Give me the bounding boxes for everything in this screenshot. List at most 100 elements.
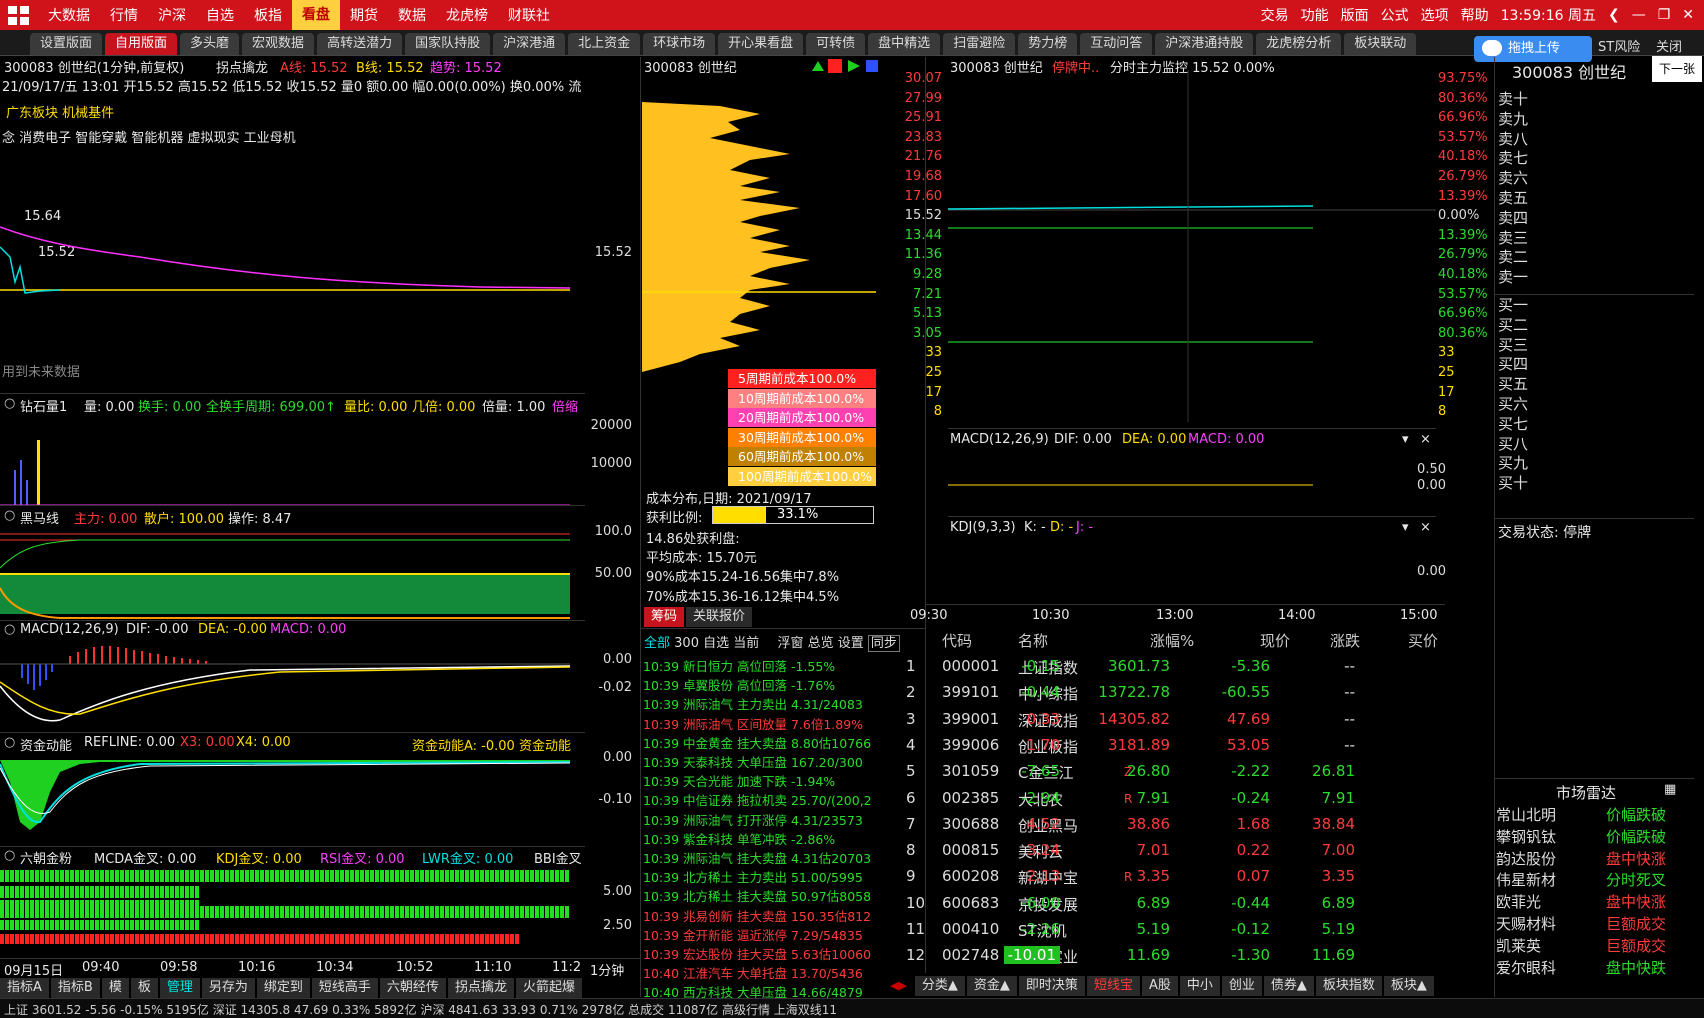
quotes-tab[interactable]: 中小 [1179,976,1220,996]
feed-item[interactable]: 10:39 中金黄金 挂大卖盘 8.80估10766 [643,733,871,752]
tab-hk-connect[interactable]: 沪深港通 [493,33,566,55]
feed-tab-all[interactable]: 全部 [644,636,670,651]
tab-northbound[interactable]: 北上资金 [568,33,641,55]
table-row[interactable]: 9 600208 新湖中宝 R 2.13 3.35 0.07 3.35 [906,864,1460,890]
indicator-tab[interactable]: 火箭起爆 [515,978,582,998]
orderbook-sell-level[interactable]: 卖四 [1498,207,1528,228]
menu-watchlist[interactable]: 自选 [196,5,244,25]
table-row[interactable]: 5 301059 C金三江 Z -7.65 26.80 -2.22 26.81 [906,759,1460,785]
macd-collapse-icon[interactable]: ▾ [1402,432,1409,447]
quotes-tab[interactable]: 板块▲ [1383,976,1434,996]
horse-panel-name[interactable]: 黑马线 [20,508,59,527]
feed-item[interactable]: 10:39 洲际油气 区间放量 7.6倍1.89% [643,714,863,733]
tab-qa[interactable]: 互动问答 [1080,33,1153,55]
macd-panel-icon[interactable]: ○ [4,622,15,637]
quotes-tab[interactable]: 即时决策 [1018,976,1085,996]
tab-intraday-picks[interactable]: 盘中精选 [868,33,941,55]
orderbook-buy-level[interactable]: 买五 [1498,373,1528,394]
feed-item[interactable]: 10:39 兆易创新 挂大卖盘 150.35估812 [643,906,871,925]
feed-item[interactable]: 10:39 紫金科技 单笔冲跌 -2.86% [643,829,835,848]
tab-bull-grind[interactable]: 多头磨 [180,33,240,55]
radar-item[interactable]: 韵达股份 盘中快涨 [1496,848,1686,870]
orderbook-buy-level[interactable]: 买九 [1498,452,1528,473]
vol-panel-icon[interactable]: ○ [4,396,15,411]
vol-panel-name[interactable]: 钻石量1 [20,396,67,415]
radar-item[interactable]: 常山北明 价幅跌破 [1496,804,1686,826]
orderbook-buy-level[interactable]: 买四 [1498,353,1528,374]
quotes-tab[interactable]: A股 [1141,976,1178,996]
tab-related-quotes[interactable]: 关联报价 [686,607,753,627]
tab-global[interactable]: 环球市场 [643,33,716,55]
radar-item[interactable]: 凯莱英 巨额成交 [1496,935,1686,957]
menu-quotes[interactable]: 行情 [100,5,148,25]
menu-data[interactable]: 数据 [388,5,436,25]
tab-dragon-analysis[interactable]: 龙虎榜分析 [1256,33,1342,55]
kdj-close-icon[interactable]: × [1420,520,1431,535]
feed-item[interactable]: 10:39 北方稀土 主力卖出 51.00/5995 [643,867,863,886]
menu-trade[interactable]: 交易 [1261,5,1289,25]
tab-national-team[interactable]: 国家队持股 [405,33,491,55]
menu-cls[interactable]: 财联社 [498,5,560,25]
radar-settings-icon[interactable]: ▦ [1664,782,1676,797]
close-icon[interactable]: ✕ [1682,7,1694,23]
feed-item[interactable]: 10:39 卓翼股份 高位回落 -1.76% [643,675,835,694]
orderbook-buy-level[interactable]: 买八 [1498,433,1528,454]
feed-item[interactable]: 10:40 江淮汽车 大单托盘 13.70/5436 [643,963,863,982]
table-row[interactable]: 7 300688 创业黑马 4.52 38.86 1.68 38.84 [906,812,1460,838]
radar-item[interactable]: 攀钢钒钛 价幅跌破 [1496,826,1686,848]
table-row[interactable]: 8 000815 美利云 3.24 7.01 0.22 7.00 [906,838,1460,864]
feed-overview-button[interactable]: 总览 [808,636,834,651]
intraday-macd-name[interactable]: MACD(12,26,9) [950,432,1049,447]
menu-function[interactable]: 功能 [1301,5,1329,25]
period-button[interactable]: 1分钟 [590,960,624,979]
indicator-tab[interactable]: 绑定到 [256,978,310,998]
table-row[interactable]: 2 399101 中小综指 -0.44 13722.78 -60.55 -- [906,680,1460,706]
radar-item[interactable]: 欧菲光 盘中快涨 [1496,891,1686,913]
intraday-kdj-name[interactable]: KDJ(9,3,3) [950,520,1016,535]
table-row[interactable]: 4 399006 创业板指 1.70 3181.89 53.05 -- [906,733,1460,759]
table-row[interactable]: 3 399001 深证成指 0.33 14305.82 47.69 -- [906,707,1460,733]
app-logo-icon[interactable] [6,4,32,26]
feed-item[interactable]: 10:39 洲际油气 打开涨停 4.31/23573 [643,810,863,829]
indicator-tab[interactable]: 六朝经传 [379,978,446,998]
quotes-tab[interactable]: 债券▲ [1263,976,1314,996]
col-code[interactable]: 代码 [942,630,972,651]
restore-icon[interactable]: ❐ [1658,7,1671,23]
orderbook-buy-level[interactable]: 买七 [1498,413,1528,434]
table-row[interactable]: 1 000001 上证指数 -0.15 3601.73 -5.36 -- [906,654,1460,680]
indicator-tab[interactable]: 模 [101,978,129,998]
indicator-tab[interactable]: 指标B [50,978,100,998]
six-panel-name[interactable]: 六朝金粉 [20,848,72,867]
indicator-tab[interactable]: 另存为 [201,978,255,998]
orderbook-buy-level[interactable]: 买一 [1498,294,1528,315]
menu-formula[interactable]: 公式 [1381,5,1409,25]
orderbook-sell-level[interactable]: 卖七 [1498,147,1528,168]
chip-toolbar-icons[interactable] [810,58,882,74]
tab-st-risk[interactable]: ST风险 [1598,36,1640,55]
tab-custom-layout[interactable]: 自用版面 [105,33,178,55]
orderbook-sell-level[interactable]: 卖八 [1498,128,1528,149]
orderbook-sell-level[interactable]: 卖二 [1498,246,1528,267]
tab-risk-scan[interactable]: 扫雷避险 [943,33,1016,55]
table-row[interactable]: 11 000410 ST沈机 -2.26 5.19 -0.12 5.19 [906,917,1460,943]
col-pct[interactable]: 涨幅% [1150,630,1194,651]
menu-layout[interactable]: 版面 [1341,5,1369,25]
orderbook-buy-level[interactable]: 买二 [1498,314,1528,335]
orderbook-sell-level[interactable]: 卖六 [1498,167,1528,188]
indicator-tab[interactable]: 管理 [159,978,200,998]
orderbook-sell-level[interactable]: 卖三 [1498,227,1528,248]
feed-item[interactable]: 10:39 北方稀土 挂大卖盘 50.97估8058 [643,886,871,905]
tab-convertible[interactable]: 可转债 [806,33,866,55]
orderbook-sell-level[interactable]: 卖一 [1498,266,1528,287]
feed-tab-current[interactable]: 当前 [733,636,759,651]
tab-sector-link[interactable]: 板块联动 [1344,33,1417,55]
indicator-tab[interactable]: 拐点擒龙 [447,978,514,998]
quotes-tab[interactable]: 板块指数 [1315,976,1382,996]
minimize-icon[interactable]: — [1632,7,1646,23]
tab-macro[interactable]: 宏观数据 [242,33,315,55]
feed-item[interactable]: 10:39 洲际油气 主力卖出 4.31/24083 [643,694,863,713]
orderbook-buy-level[interactable]: 买三 [1498,334,1528,355]
feed-settings-button[interactable]: 设置 [838,636,864,651]
col-price[interactable]: 现价 [1260,630,1290,651]
table-row[interactable]: 12002748世龙实业-10.0111.69-1.3011.69 [906,943,1460,969]
